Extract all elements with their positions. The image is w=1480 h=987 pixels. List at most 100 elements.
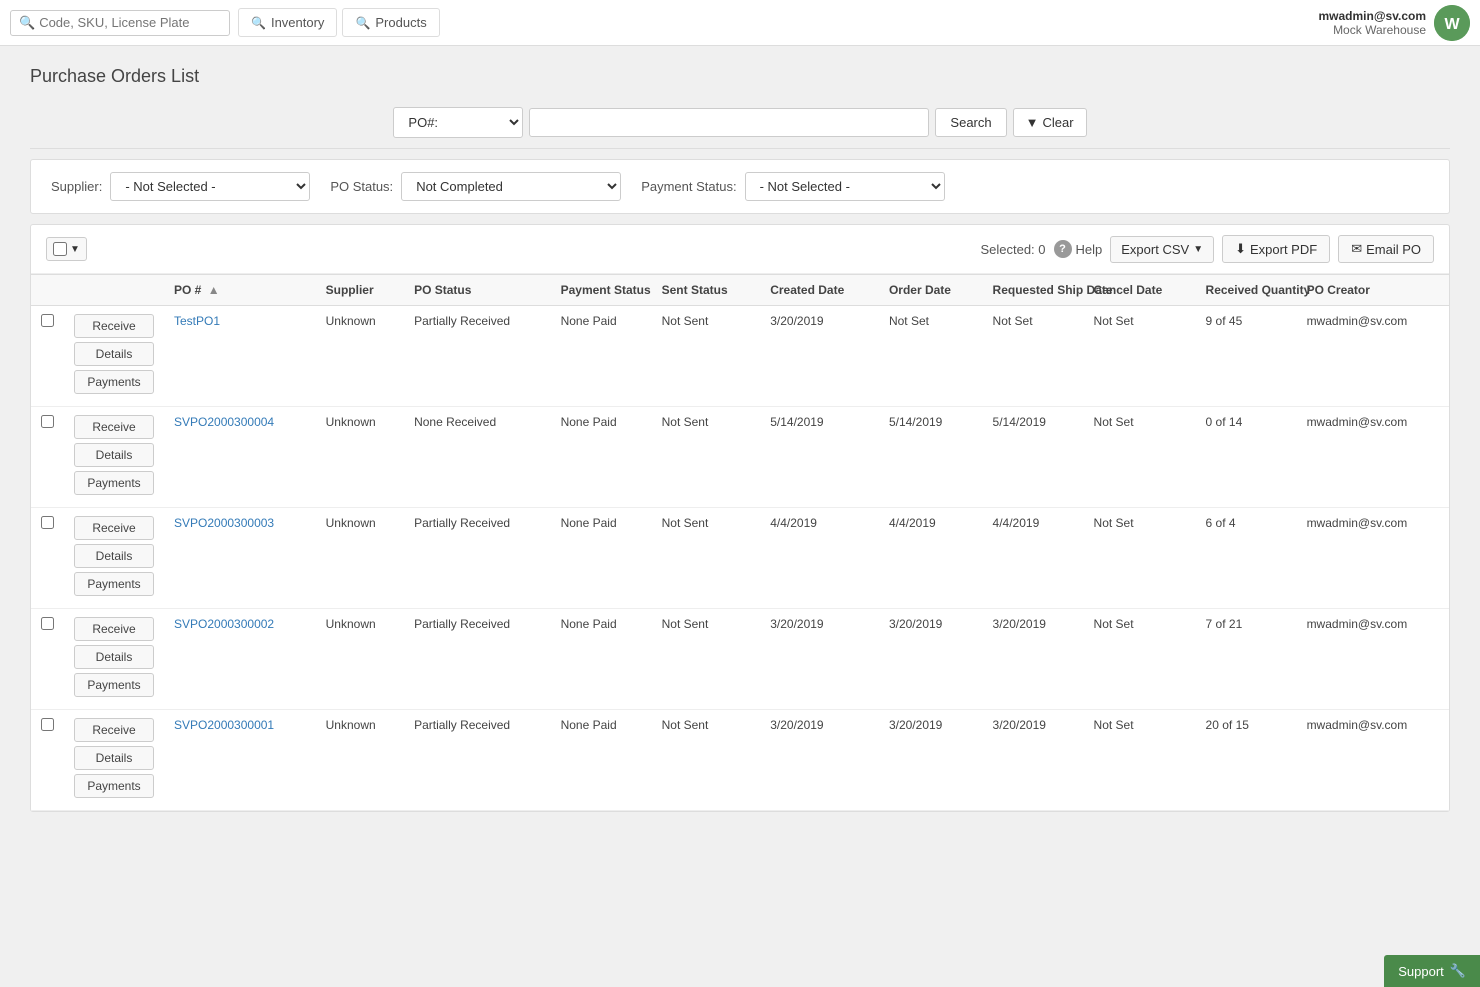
po-number-link[interactable]: TestPO1 xyxy=(174,314,220,328)
payments-button[interactable]: Payments xyxy=(74,673,154,697)
row-checkbox[interactable] xyxy=(41,718,54,731)
help-button[interactable]: ? Help xyxy=(1054,240,1103,258)
table-row: Receive Details Payments SVPO2000300004 … xyxy=(31,407,1449,508)
receive-button[interactable]: Receive xyxy=(74,617,154,641)
support-button[interactable]: Support 🔧 xyxy=(1384,955,1480,987)
th-order-date: Order Date xyxy=(879,275,983,306)
th-po-number-label: PO # xyxy=(174,283,201,297)
payments-button[interactable]: Payments xyxy=(74,370,154,394)
row-po-creator: mwadmin@sv.com xyxy=(1297,306,1449,407)
row-created-date: 4/4/2019 xyxy=(760,508,879,609)
top-nav: 🔍 🔍 Inventory 🔍 Products mwadmin@sv.com … xyxy=(0,0,1480,46)
row-checkbox[interactable] xyxy=(41,314,54,327)
inventory-label: Inventory xyxy=(271,15,324,30)
po-number-link[interactable]: SVPO2000300003 xyxy=(174,516,274,530)
details-button[interactable]: Details xyxy=(74,746,154,770)
top-nav-right: mwadmin@sv.com Mock Warehouse W xyxy=(1318,5,1470,41)
table-container: ▼ Selected: 0 ? Help Export CSV ▼ ⬇ Expo… xyxy=(30,224,1450,812)
row-requested-ship-date: 3/20/2019 xyxy=(983,609,1084,710)
row-sent-status: Not Sent xyxy=(652,609,761,710)
po-number-link[interactable]: SVPO2000300004 xyxy=(174,415,274,429)
row-checkbox[interactable] xyxy=(41,415,54,428)
supplier-filter-group: Supplier: - Not Selected - Unknown xyxy=(51,172,310,201)
payment-status-filter-select[interactable]: - Not Selected - None Paid Paid xyxy=(745,172,945,201)
row-payment-status: None Paid xyxy=(551,508,652,609)
download-icon: ⬇ xyxy=(1235,241,1246,257)
help-label: Help xyxy=(1076,242,1103,257)
receive-button[interactable]: Receive xyxy=(74,718,154,742)
row-created-date: 3/20/2019 xyxy=(760,710,879,811)
products-label: Products xyxy=(375,15,426,30)
supplier-filter-label: Supplier: xyxy=(51,179,102,194)
section-divider xyxy=(30,148,1450,149)
user-warehouse: Mock Warehouse xyxy=(1318,23,1426,37)
email-icon: ✉ xyxy=(1351,241,1362,257)
row-created-date: 3/20/2019 xyxy=(760,306,879,407)
details-button[interactable]: Details xyxy=(74,443,154,467)
row-actions-cell: Receive Details Payments xyxy=(64,710,164,811)
purchase-orders-table: PO # ▲ Supplier PO Status Payment Status… xyxy=(31,274,1449,811)
po-number-link[interactable]: SVPO2000300001 xyxy=(174,718,274,732)
details-button[interactable]: Details xyxy=(74,645,154,669)
search-field-select[interactable]: PO#: Supplier Status xyxy=(393,107,523,138)
details-button[interactable]: Details xyxy=(74,342,154,366)
po-status-filter-select[interactable]: Not Completed Completed All xyxy=(401,172,621,201)
row-sent-status: Not Sent xyxy=(652,306,761,407)
row-po-creator: mwadmin@sv.com xyxy=(1297,710,1449,811)
select-all-dropdown[interactable]: ▼ xyxy=(46,237,87,261)
export-pdf-label: Export PDF xyxy=(1250,242,1317,257)
th-created-date: Created Date xyxy=(760,275,879,306)
email-po-button[interactable]: ✉ Email PO xyxy=(1338,235,1434,263)
global-search-box[interactable]: 🔍 xyxy=(10,10,230,36)
row-cancel-date: Not Set xyxy=(1084,609,1196,710)
user-logo-svg: W xyxy=(1434,5,1470,41)
row-checkbox[interactable] xyxy=(41,617,54,630)
payments-button[interactable]: Payments xyxy=(74,471,154,495)
row-order-date: 3/20/2019 xyxy=(879,710,983,811)
row-order-date: 4/4/2019 xyxy=(879,508,983,609)
details-button[interactable]: Details xyxy=(74,544,154,568)
payments-button[interactable]: Payments xyxy=(74,774,154,798)
export-csv-dropdown-arrow: ▼ xyxy=(1193,244,1203,255)
receive-button[interactable]: Receive xyxy=(74,314,154,338)
row-supplier: Unknown xyxy=(316,508,404,609)
page-content: Purchase Orders List PO#: Supplier Statu… xyxy=(0,46,1480,832)
clear-button[interactable]: ▼ Clear xyxy=(1013,108,1087,137)
user-info: mwadmin@sv.com Mock Warehouse xyxy=(1318,9,1426,37)
th-payment-status: Payment Status xyxy=(551,275,652,306)
global-search-input[interactable] xyxy=(39,15,221,30)
export-pdf-button[interactable]: ⬇ Export PDF xyxy=(1222,235,1330,263)
svg-text:W: W xyxy=(1444,16,1460,33)
row-actions-cell: Receive Details Payments xyxy=(64,609,164,710)
row-cancel-date: Not Set xyxy=(1084,710,1196,811)
supplier-filter-select[interactable]: - Not Selected - Unknown xyxy=(110,172,310,201)
row-created-date: 3/20/2019 xyxy=(760,609,879,710)
export-csv-button[interactable]: Export CSV ▼ xyxy=(1110,236,1214,263)
row-cancel-date: Not Set xyxy=(1084,508,1196,609)
user-email: mwadmin@sv.com xyxy=(1318,9,1426,23)
receive-button[interactable]: Receive xyxy=(74,516,154,540)
payments-button[interactable]: Payments xyxy=(74,572,154,596)
search-input[interactable] xyxy=(529,108,929,137)
selected-count: Selected: 0 xyxy=(980,242,1045,257)
row-sent-status: Not Sent xyxy=(652,508,761,609)
row-supplier: Unknown xyxy=(316,710,404,811)
select-all-checkbox[interactable] xyxy=(53,242,67,256)
table-row: Receive Details Payments SVPO2000300003 … xyxy=(31,508,1449,609)
row-checkbox-cell xyxy=(31,407,64,508)
inventory-nav-btn[interactable]: 🔍 Inventory xyxy=(238,8,337,37)
row-checkbox[interactable] xyxy=(41,516,54,529)
row-po-number: SVPO2000300003 xyxy=(164,508,316,609)
row-received-quantity: 7 of 21 xyxy=(1196,609,1297,710)
po-number-link[interactable]: SVPO2000300002 xyxy=(174,617,274,631)
products-nav-btn[interactable]: 🔍 Products xyxy=(342,8,439,37)
search-button[interactable]: Search xyxy=(935,108,1006,137)
clear-label: Clear xyxy=(1043,115,1074,130)
row-received-quantity: 9 of 45 xyxy=(1196,306,1297,407)
receive-button[interactable]: Receive xyxy=(74,415,154,439)
row-supplier: Unknown xyxy=(316,306,404,407)
row-po-number: SVPO2000300004 xyxy=(164,407,316,508)
row-actions-cell: Receive Details Payments xyxy=(64,407,164,508)
sort-arrow-icon: ▲ xyxy=(208,283,220,297)
row-po-status: None Received xyxy=(404,407,551,508)
